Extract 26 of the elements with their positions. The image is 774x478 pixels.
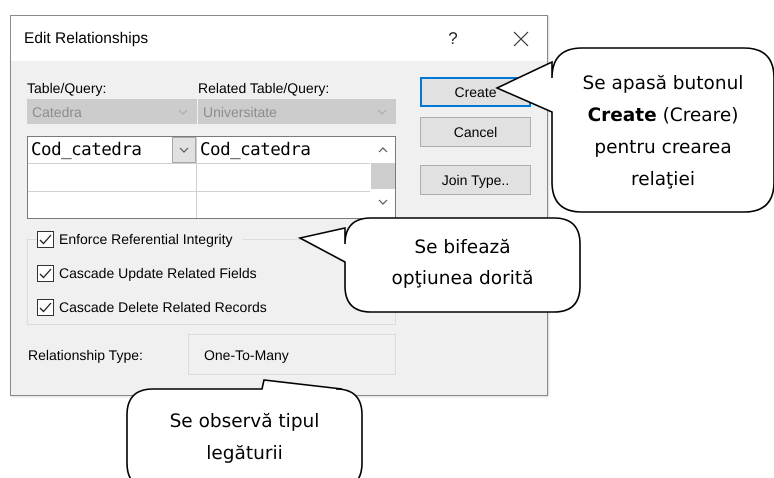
- checkbox[interactable]: [37, 298, 54, 316]
- chevron-down-icon: [377, 108, 387, 114]
- scroll-up-icon: [378, 147, 388, 153]
- callout-text: Se bifează opţiunea dorită: [390, 236, 534, 291]
- checkbox[interactable]: [37, 264, 54, 282]
- callout-text: Se observă tipul legăturii: [168, 410, 320, 466]
- cancel-button[interactable]: Cancel: [420, 117, 531, 147]
- field-label: Table/Query:: [27, 80, 108, 96]
- chevron-down-icon: [178, 108, 188, 114]
- field-label: Relationship Type:: [27, 346, 144, 362]
- callout-text: Se apasă butonul Create (Creare) pentru crearea relaţiei: [582, 72, 744, 192]
- checkbox[interactable]: [37, 230, 54, 248]
- close-icon[interactable]: [513, 30, 529, 46]
- field-name[interactable]: Cod_catedra: [200, 140, 370, 160]
- join-type-button[interactable]: Join Type..: [420, 165, 531, 195]
- scroll-down-icon: [378, 199, 388, 205]
- field-label: Related Table/Query:: [198, 80, 330, 96]
- scrollbar-thumb[interactable]: [370, 163, 394, 189]
- window-title: Edit Relationships: [24, 30, 150, 48]
- checkbox-label[interactable]: Cascade Delete Related Records: [59, 299, 267, 315]
- field-name[interactable]: Cod_catedra: [31, 140, 172, 160]
- help-button[interactable]: ?: [443, 28, 463, 48]
- checkbox-label[interactable]: Cascade Update Related Fields: [59, 265, 257, 281]
- chevron-down-icon: [179, 147, 189, 154]
- relationship-type-value: One-To-Many: [188, 334, 396, 375]
- checkbox-label[interactable]: Enforce Referential Integrity: [59, 231, 233, 247]
